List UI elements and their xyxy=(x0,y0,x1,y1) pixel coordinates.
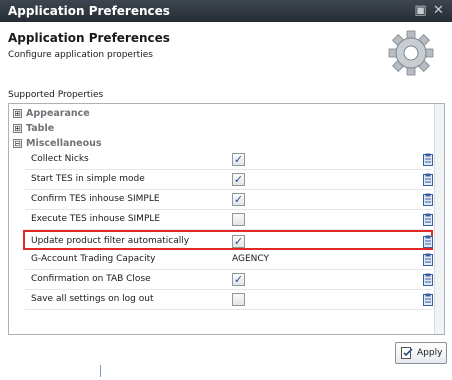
apply-button[interactable]: Apply xyxy=(395,342,447,364)
property-row-collect-nicks: Collect Nicks ✓ xyxy=(25,150,433,170)
apply-label: Apply xyxy=(417,348,443,358)
expand-icon[interactable]: ⊞ xyxy=(13,123,22,133)
vertical-scrollbar[interactable] xyxy=(434,104,444,334)
property-row-start-tes-simple: Start TES in simple mode ✓ xyxy=(25,170,433,190)
group-label: Table xyxy=(26,122,55,134)
property-label: G-Account Trading Capacity xyxy=(31,254,156,264)
property-checkbox[interactable]: ✓ xyxy=(232,173,245,186)
property-checkbox[interactable] xyxy=(232,293,245,306)
window-title: Application Preferences xyxy=(8,4,170,18)
divider xyxy=(100,365,101,377)
property-checkbox[interactable]: ✓ xyxy=(232,193,245,206)
apply-icon xyxy=(401,347,413,359)
group-label: Miscellaneous xyxy=(26,137,102,149)
property-row-update-product-filter: Update product filter automatically ✓ xyxy=(23,230,433,250)
dialog-title: Application Preferences xyxy=(8,31,170,45)
group-table[interactable]: ⊞ Table xyxy=(13,121,54,135)
property-row-execute-tes-inhouse: Execute TES inhouse SIMPLE xyxy=(25,210,433,230)
clipboard-edit-icon[interactable] xyxy=(423,235,433,248)
clipboard-edit-icon[interactable] xyxy=(423,293,433,306)
clipboard-edit-icon[interactable] xyxy=(423,153,433,166)
clipboard-edit-icon[interactable] xyxy=(423,253,433,266)
group-miscellaneous[interactable]: ⊟ Miscellaneous xyxy=(13,136,102,150)
clipboard-edit-icon[interactable] xyxy=(423,213,433,226)
property-row-confirm-tes-inhouse: Confirm TES inhouse SIMPLE ✓ xyxy=(25,190,433,210)
property-row-save-settings-logout: Save all settings on log out xyxy=(25,290,433,310)
property-label: Confirmation on TAB Close xyxy=(31,274,151,284)
property-row-confirmation-tab-close: Confirmation on TAB Close ✓ xyxy=(25,270,433,290)
property-label: Start TES in simple mode xyxy=(31,174,145,184)
clipboard-edit-icon[interactable] xyxy=(423,173,433,186)
group-label: Appearance xyxy=(26,107,90,119)
group-appearance[interactable]: ⊞ Appearance xyxy=(13,106,90,120)
section-label: Supported Properties xyxy=(8,90,104,100)
clipboard-edit-icon[interactable] xyxy=(423,193,433,206)
collapse-icon[interactable]: ⊟ xyxy=(13,138,22,148)
property-checkbox[interactable] xyxy=(232,213,245,226)
property-label: Confirm TES inhouse SIMPLE xyxy=(31,194,160,204)
property-label: Save all settings on log out xyxy=(31,294,154,304)
clipboard-edit-icon[interactable] xyxy=(423,273,433,286)
property-label: Collect Nicks xyxy=(31,154,89,164)
property-checkbox[interactable]: ✓ xyxy=(232,273,245,286)
property-grid: ⊞ Appearance ⊞ Table ⊟ Miscellaneous Col… xyxy=(8,103,445,335)
property-row-g-account-capacity: G-Account Trading Capacity AGENCY xyxy=(25,250,433,270)
property-checkbox[interactable]: ✓ xyxy=(232,235,245,248)
expand-icon[interactable]: ⊞ xyxy=(13,108,22,118)
dialog-header: Application Preferences Configure applic… xyxy=(0,22,452,84)
close-icon[interactable]: ✕ xyxy=(431,3,446,18)
window-titlebar: Application Preferences ▣ ✕ xyxy=(0,0,452,22)
property-checkbox[interactable]: ✓ xyxy=(232,153,245,166)
property-label: Update product filter automatically xyxy=(31,236,190,246)
property-value[interactable]: AGENCY xyxy=(232,254,269,264)
restore-icon[interactable]: ▣ xyxy=(413,3,428,18)
gear-icon xyxy=(388,30,434,76)
dialog-subtitle: Configure application properties xyxy=(8,50,153,60)
property-label: Execute TES inhouse SIMPLE xyxy=(31,214,161,224)
